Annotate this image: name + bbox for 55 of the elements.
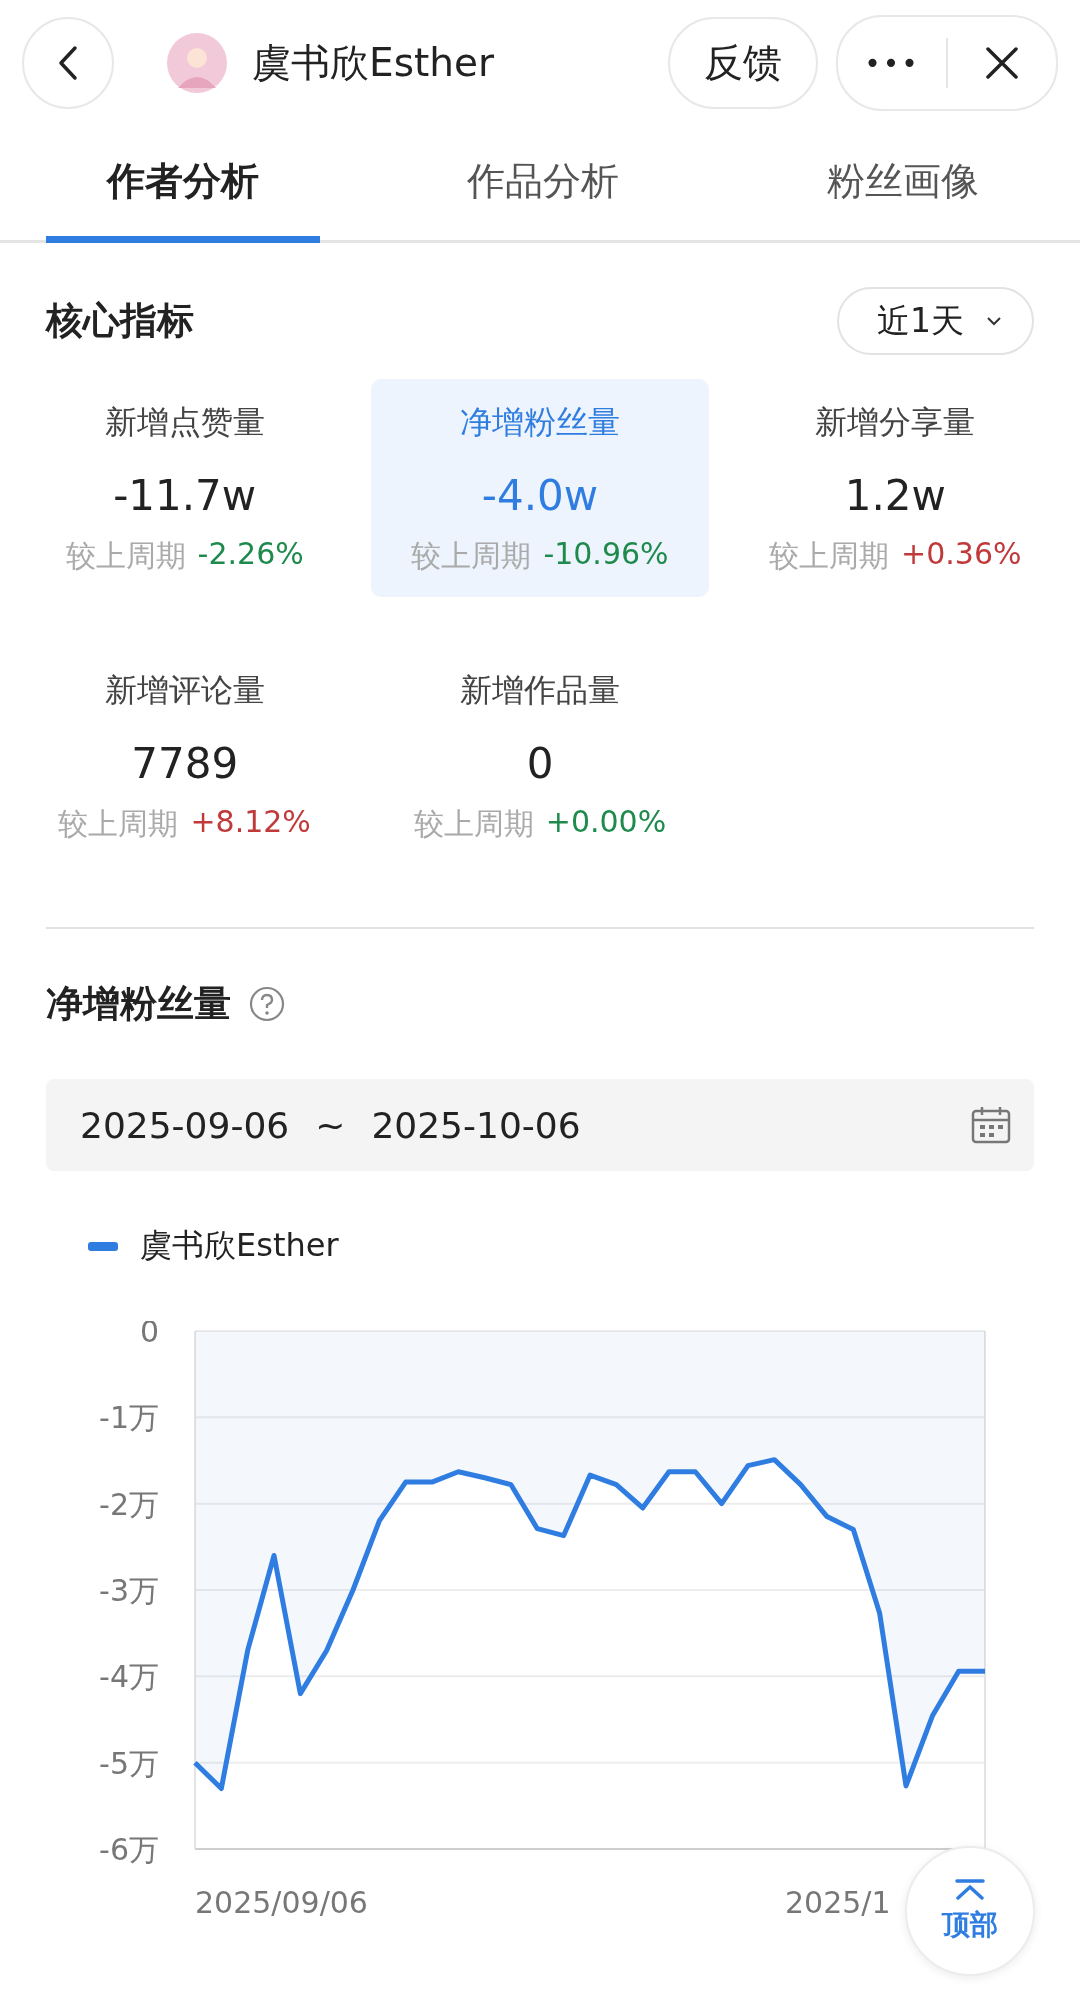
back-icon — [57, 45, 79, 81]
caret-up-icon — [953, 1878, 987, 1900]
metric-label: 净增粉丝量 — [460, 402, 620, 443]
chart-title: 净增粉丝量 — [46, 981, 231, 1027]
x-axis-label: 2025/09/06 — [195, 1885, 368, 1920]
metric-value: 1.2w — [844, 471, 946, 520]
metric-label: 新增点赞量 — [104, 402, 265, 443]
more-button[interactable]: ••• — [838, 19, 946, 107]
y-axis-label: -2万 — [99, 1486, 159, 1522]
change-percent: +8.12% — [190, 804, 311, 841]
metric-value: -4.0w — [481, 471, 599, 520]
y-axis-label: -3万 — [99, 1573, 159, 1608]
metric-value: -11.7w — [113, 471, 257, 520]
chevron-down-icon — [986, 316, 1002, 326]
change-percent: +0.00% — [545, 804, 667, 841]
metric-card[interactable]: 新增评论量 7789 较上周期 +8.12% — [16, 647, 354, 865]
metric-card[interactable]: 净增粉丝量 -4.0w 较上周期 -10.96% — [371, 379, 709, 597]
legend-label: 虞书欣Esther — [140, 1225, 339, 1266]
metric-card[interactable]: 新增分享量 1.2w 较上周期 +0.36% — [726, 379, 1064, 597]
section-title: 核心指标 — [46, 298, 194, 344]
metric-label: 新增评论量 — [104, 670, 265, 711]
compare-label: 较上周期 — [413, 805, 534, 843]
compare-label: 较上周期 — [769, 537, 890, 575]
metric-label: 新增作品量 — [460, 670, 620, 711]
compare-label: 较上周期 — [58, 805, 179, 843]
end-date: 2025-10-06 — [371, 1104, 581, 1146]
period-dropdown[interactable]: 近1天 — [837, 287, 1034, 355]
metric-value: 7789 — [131, 739, 239, 788]
date-range-field[interactable]: 2025-09-06 ~ 2025-10-06 — [46, 1079, 1034, 1171]
metric-value: 0 — [526, 739, 554, 788]
help-icon[interactable] — [249, 986, 285, 1022]
metric-card[interactable]: 新增作品量 0 较上周期 +0.00% — [371, 647, 709, 865]
metric-card[interactable]: 新增点赞量 -11.7w 较上周期 -2.26% — [16, 379, 354, 597]
tab[interactable]: 作品分析 — [406, 126, 680, 243]
tab[interactable]: 粉丝画像 — [766, 126, 1040, 243]
y-axis-label: -6万 — [99, 1832, 159, 1867]
close-icon — [985, 46, 1019, 80]
x-axis-label: 2025/1 — [785, 1885, 891, 1920]
change-percent: -10.96% — [543, 536, 669, 573]
change-percent: -2.26% — [197, 536, 304, 573]
back-to-top-button[interactable]: 顶部 — [905, 1846, 1035, 1976]
tab[interactable]: 作者分析 — [46, 126, 320, 243]
date-separator: ~ — [315, 1104, 346, 1146]
avatar-icon — [166, 32, 228, 94]
account-name: 虞书欣Esther — [252, 39, 495, 87]
y-axis-label: -5万 — [99, 1745, 159, 1781]
feedback-button[interactable]: 反馈 — [668, 17, 818, 109]
start-date: 2025-09-06 — [80, 1104, 290, 1146]
compare-label: 较上周期 — [411, 537, 532, 575]
compare-label: 较上周期 — [65, 537, 186, 575]
change-percent: +0.36% — [901, 536, 1022, 573]
calendar-icon — [970, 1105, 1012, 1145]
metric-label: 新增分享量 — [815, 402, 976, 443]
y-axis-label: -1万 — [99, 1400, 159, 1436]
y-axis-label: -4万 — [99, 1659, 159, 1695]
